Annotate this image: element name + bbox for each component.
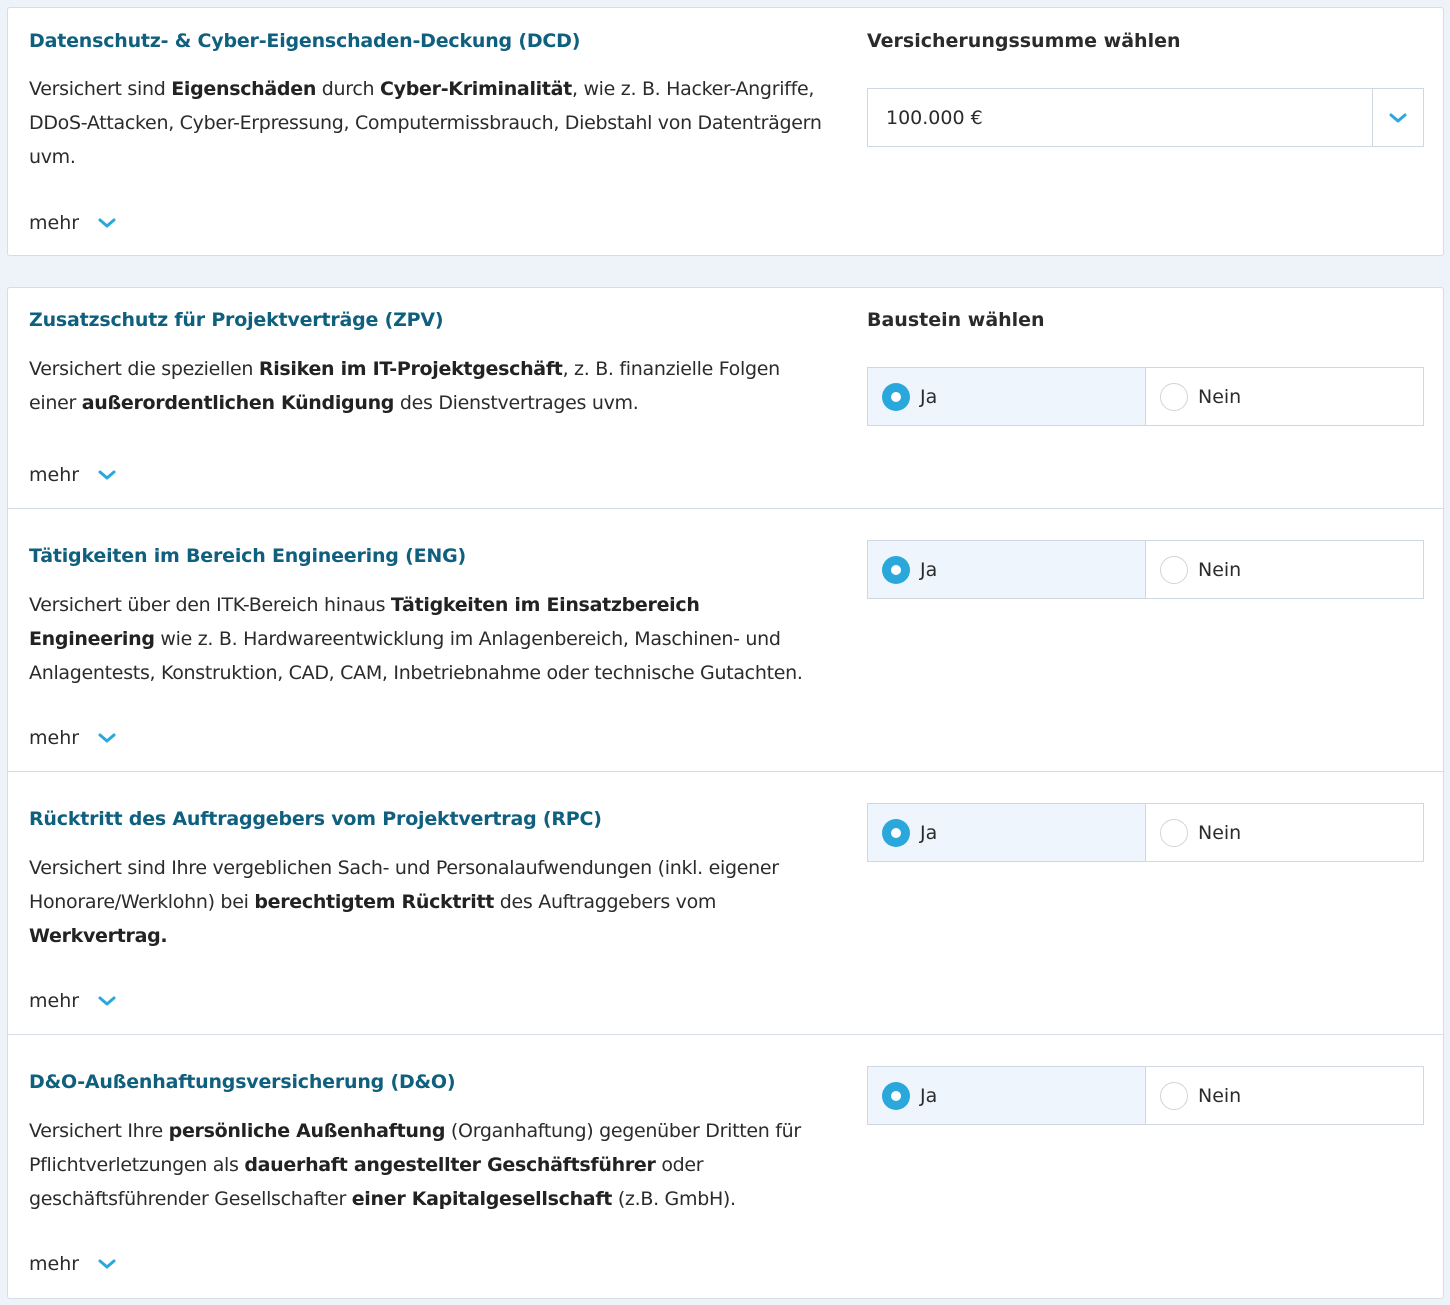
chevron-down-icon xyxy=(1389,113,1407,122)
dcd-more-toggle[interactable]: mehr xyxy=(29,212,117,234)
module-description: Versichert über den ITK-Bereich hinaus T… xyxy=(29,594,803,684)
more-toggle[interactable]: mehr xyxy=(29,464,117,486)
section-divider xyxy=(8,1034,1443,1035)
sum-select-value: 100.000 € xyxy=(886,106,983,129)
option-label: Nein xyxy=(1198,385,1242,408)
radio-button[interactable] xyxy=(882,382,910,411)
option-ja[interactable]: Ja xyxy=(868,368,1145,425)
chevron-down-icon xyxy=(98,1259,116,1269)
radio-button[interactable] xyxy=(1160,382,1188,411)
option-label: Ja xyxy=(920,558,938,581)
sum-label: Versicherungssumme wählen xyxy=(867,30,1181,52)
radio-button[interactable] xyxy=(882,555,910,584)
chevron-down-icon xyxy=(98,733,116,743)
option-nein[interactable]: Nein xyxy=(1145,368,1423,425)
option-label: Ja xyxy=(920,385,938,408)
sum-select[interactable]: 100.000 € xyxy=(867,88,1424,147)
module-rpc: Rücktritt des Auftraggebers vom Projektv… xyxy=(8,771,1443,1034)
more-label: mehr xyxy=(29,212,80,234)
dcd-description: Versichert sind Eigenschäden durch Cyber… xyxy=(29,78,822,168)
module-radio-group: Ja Nein xyxy=(867,803,1424,862)
chevron-down-icon xyxy=(98,996,116,1006)
more-label: mehr xyxy=(29,727,80,749)
module-radio-group: Ja Nein xyxy=(867,367,1424,426)
option-label: Nein xyxy=(1198,558,1242,581)
dcd-card: Datenschutz- & Cyber-Eigenschaden-Deckun… xyxy=(7,7,1444,256)
more-toggle[interactable]: mehr xyxy=(29,1253,117,1275)
module-do: D&O-Außenhaftungsversicherung (D&O) Versi… xyxy=(8,1034,1443,1300)
more-toggle[interactable]: mehr xyxy=(29,727,117,749)
more-toggle[interactable]: mehr xyxy=(29,990,117,1012)
radio-button[interactable] xyxy=(882,1081,910,1110)
radio-button[interactable] xyxy=(882,818,910,847)
option-label: Ja xyxy=(920,821,938,844)
option-ja[interactable]: Ja xyxy=(868,541,1145,598)
radio-button[interactable] xyxy=(1160,818,1188,847)
module-radio-group: Ja Nein xyxy=(867,1066,1424,1125)
module-radio-group: Ja Nein xyxy=(867,540,1424,599)
module-title: Zusatzschutz für Projektverträge (ZPV) xyxy=(29,309,444,331)
more-label: mehr xyxy=(29,464,80,486)
dcd-title: Datenschutz- & Cyber-Eigenschaden-Deckun… xyxy=(29,30,581,52)
option-label: Ja xyxy=(920,1084,938,1107)
option-nein[interactable]: Nein xyxy=(1145,541,1423,598)
module-description: Versichert Ihre persönliche Außenhaftung… xyxy=(29,1120,801,1210)
module-description: Versichert sind Ihre vergeblichen Sach- … xyxy=(29,857,779,947)
module-title: Rücktritt des Auftraggebers vom Projektv… xyxy=(29,808,602,830)
module-description: Versichert die speziellen Risiken im IT-… xyxy=(29,358,780,414)
chevron-down-icon xyxy=(98,470,116,480)
more-label: mehr xyxy=(29,1253,80,1275)
module-title: Tätigkeiten im Bereich Engineering (ENG) xyxy=(29,545,466,567)
option-ja[interactable]: Ja xyxy=(868,1067,1145,1124)
option-nein[interactable]: Nein xyxy=(1145,1067,1423,1124)
module-title: D&O-Außenhaftungsversicherung (D&O) xyxy=(29,1071,456,1093)
section-divider xyxy=(8,508,1443,509)
radio-button[interactable] xyxy=(1160,1081,1188,1110)
section-divider xyxy=(8,771,1443,772)
option-label: Nein xyxy=(1198,821,1242,844)
sum-select-button[interactable] xyxy=(1372,89,1423,146)
option-ja[interactable]: Ja xyxy=(868,804,1145,861)
option-nein[interactable]: Nein xyxy=(1145,804,1423,861)
radio-button[interactable] xyxy=(1160,555,1188,584)
modules-card: Baustein wählen Zusatzschutz für Projekt… xyxy=(7,287,1444,1299)
module-eng: Tätigkeiten im Bereich Engineering (ENG)… xyxy=(8,508,1443,771)
chevron-down-icon xyxy=(98,218,116,228)
more-label: mehr xyxy=(29,990,80,1012)
option-label: Nein xyxy=(1198,1084,1242,1107)
module-zpv: Zusatzschutz für Projektverträge (ZPV) Ve… xyxy=(8,288,1443,508)
